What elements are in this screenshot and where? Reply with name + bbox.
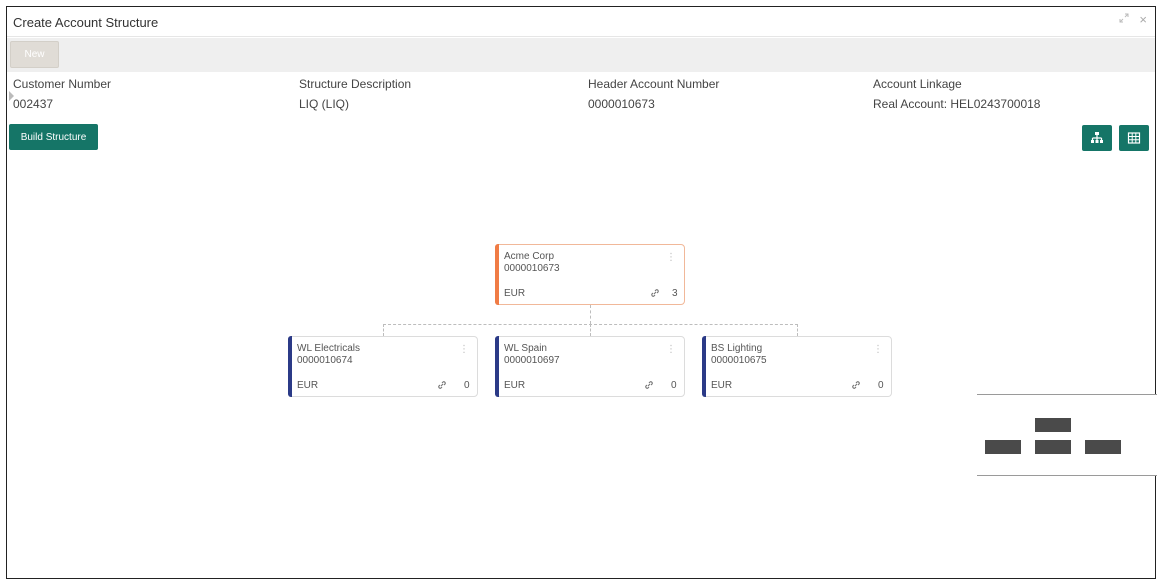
expand-icon[interactable] xyxy=(1119,13,1129,26)
toolbar: New xyxy=(7,38,1155,72)
node-accent-bar xyxy=(495,244,499,305)
node-accent-bar xyxy=(702,336,706,397)
account-node-child[interactable]: BS Lighting 0000010675 ⋮ EUR 0 xyxy=(702,336,892,397)
node-currency: EUR xyxy=(504,380,526,391)
account-linkage-field: Account Linkage Real Account: HEL0243700… xyxy=(873,77,1040,111)
node-account-number: 0000010674 xyxy=(297,355,353,366)
minimap-root-node xyxy=(1035,418,1071,432)
account-node-child[interactable]: WL Spain 0000010697 ⋮ EUR 0 xyxy=(495,336,685,397)
customer-number-value: 002437 xyxy=(13,97,54,111)
window-title: Create Account Structure xyxy=(13,15,159,30)
kebab-menu-icon[interactable]: ⋮ xyxy=(459,345,469,355)
node-currency: EUR xyxy=(297,380,319,391)
structure-minimap[interactable] xyxy=(977,394,1157,476)
close-icon[interactable]: × xyxy=(1139,12,1147,27)
link-icon[interactable] xyxy=(851,379,861,393)
minimap-child-node xyxy=(985,440,1021,454)
table-view-button[interactable] xyxy=(1119,125,1149,151)
link-icon[interactable] xyxy=(437,379,447,393)
account-linkage-label: Account Linkage xyxy=(873,77,962,91)
node-linked-count: 0 xyxy=(878,380,884,391)
header-account-number-label: Header Account Number xyxy=(588,77,720,91)
link-icon[interactable] xyxy=(650,287,660,301)
account-linkage-value: Real Account: HEL0243700018 xyxy=(873,97,1041,111)
header-account-number-field: Header Account Number 0000010673 xyxy=(588,77,719,111)
node-name: WL Spain xyxy=(504,343,547,354)
structure-description-field: Structure Description LIQ (LIQ) xyxy=(299,77,411,111)
minimap-child-node xyxy=(1085,440,1121,454)
account-node-child[interactable]: WL Electricals 0000010674 ⋮ EUR 0 xyxy=(288,336,478,397)
node-account-number: 0000010673 xyxy=(504,263,560,274)
tree-view-button[interactable] xyxy=(1082,125,1112,151)
node-currency: EUR xyxy=(504,288,526,299)
connector-root xyxy=(590,305,591,324)
account-node-root[interactable]: Acme Corp 0000010673 ⋮ EUR 3 xyxy=(495,244,685,305)
kebab-menu-icon[interactable]: ⋮ xyxy=(666,253,676,263)
node-account-number: 0000010675 xyxy=(711,355,767,366)
node-linked-count: 0 xyxy=(464,380,470,391)
customer-number-label: Customer Number xyxy=(13,77,112,91)
connector-child-3 xyxy=(797,324,798,336)
node-name: Acme Corp xyxy=(504,251,555,262)
kebab-menu-icon[interactable]: ⋮ xyxy=(873,345,883,355)
node-name: BS Lighting xyxy=(711,343,763,354)
caret-right-icon[interactable] xyxy=(9,91,14,101)
header-account-number-value: 0000010673 xyxy=(588,97,655,111)
structure-description-label: Structure Description xyxy=(299,77,412,91)
node-linked-count: 3 xyxy=(672,288,678,299)
node-account-number: 0000010697 xyxy=(504,355,560,366)
structure-header-info: Customer Number 002437 Structure Descrip… xyxy=(7,77,1155,121)
node-linked-count: 0 xyxy=(671,380,677,391)
org-chart-icon xyxy=(1091,132,1103,143)
create-account-structure-window: Create Account Structure × New Customer … xyxy=(6,6,1156,579)
structure-description-value: LIQ (LIQ) xyxy=(299,97,350,111)
minimap-child-node xyxy=(1035,440,1071,454)
kebab-menu-icon[interactable]: ⋮ xyxy=(666,345,676,355)
grid-icon xyxy=(1127,132,1141,144)
title-bar: Create Account Structure × xyxy=(7,7,1155,37)
new-button[interactable]: New xyxy=(10,41,59,68)
node-currency: EUR xyxy=(711,380,733,391)
node-accent-bar xyxy=(495,336,499,397)
node-accent-bar xyxy=(288,336,292,397)
connector-child-1 xyxy=(383,324,384,336)
link-icon[interactable] xyxy=(644,379,654,393)
customer-number-field: Customer Number 002437 xyxy=(9,77,112,111)
node-name: WL Electricals xyxy=(297,343,360,354)
connector-child-2 xyxy=(590,324,591,336)
build-structure-button[interactable]: Build Structure xyxy=(9,124,98,150)
